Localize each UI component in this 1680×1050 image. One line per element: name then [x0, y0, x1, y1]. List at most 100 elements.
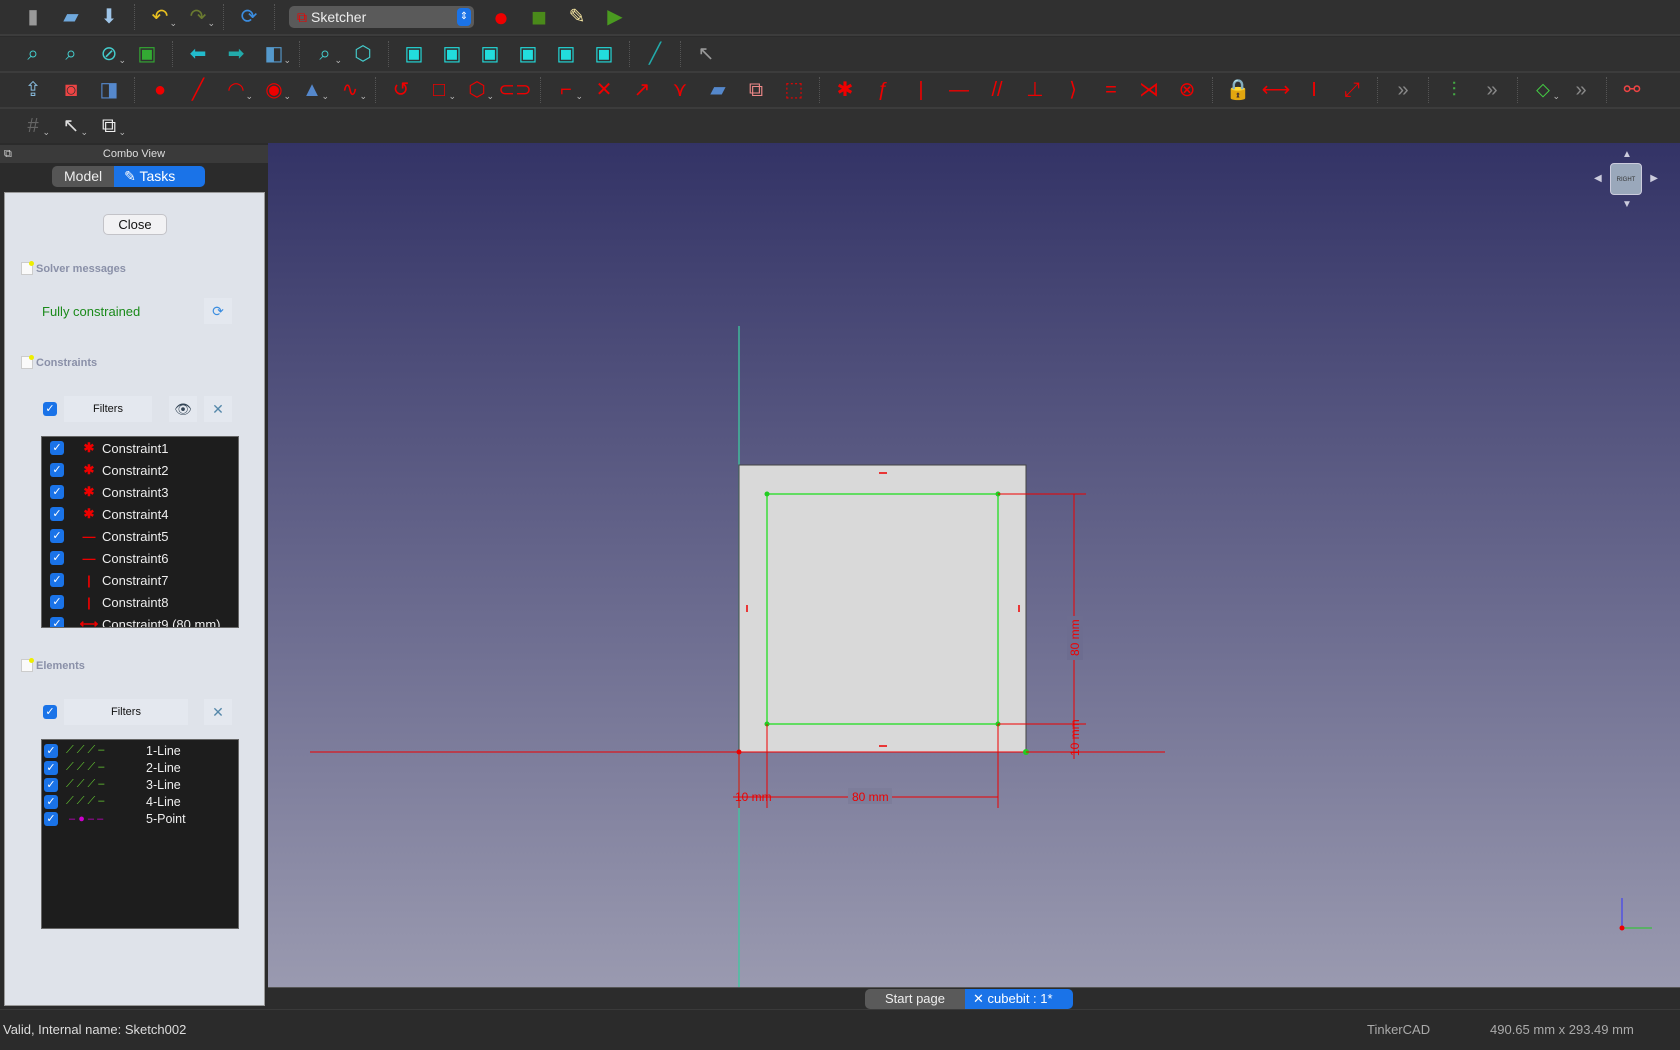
constrain-horizontal-icon[interactable]: — — [940, 75, 978, 105]
fit-selection-icon[interactable]: ⌕ — [52, 39, 90, 69]
constrain-symmetric-icon[interactable]: ⋊ — [1130, 75, 1168, 105]
constraint-checkbox[interactable]: ✓ — [50, 529, 64, 543]
arc-icon[interactable]: ◠ ⌄ — [217, 75, 255, 105]
polygon-icon[interactable]: ⬡ ⌄ — [458, 75, 496, 105]
more-b-icon[interactable]: » — [1473, 75, 1511, 105]
run-macro-icon[interactable]: ▶ — [596, 2, 634, 32]
right-view-icon[interactable]: ▣ — [471, 39, 509, 69]
constraint-checkbox[interactable]: ✓ — [50, 441, 64, 455]
rear-view-icon[interactable]: ▣ — [509, 39, 547, 69]
elements-checkbox[interactable]: ✓ — [43, 705, 57, 719]
toggle-driving-icon[interactable]: ⫶ — [1435, 75, 1473, 105]
eye-button[interactable]: 👁 — [169, 396, 197, 422]
constrain-coincident-icon[interactable]: ✱ — [826, 75, 864, 105]
elements-list[interactable]: ✓ ⟋ ⟋ ⟋ – 1-Line ✓ ⟋ ⟋ ⟋ – 2-Line ✓ ⟋ ⟋ ⟋ – 3-Li… — [41, 739, 239, 929]
grid-icon[interactable]: # ⌄ — [14, 111, 52, 141]
tab-tasks[interactable]: ✎ Tasks — [114, 166, 206, 187]
element-checkbox[interactable]: ✓ — [44, 794, 58, 809]
left-view-icon[interactable]: ▣ — [585, 39, 623, 69]
constrain-distance-icon[interactable]: ⤢ — [1333, 75, 1371, 105]
save-icon[interactable]: ⬇ — [90, 2, 128, 32]
leave-sketch-icon[interactable]: ⇪ — [14, 75, 52, 105]
measure-icon[interactable]: ╱ — [636, 39, 674, 69]
more-a-icon[interactable]: » — [1384, 75, 1422, 105]
solver-refresh-button[interactable]: ⟳ — [204, 298, 232, 324]
trim-icon[interactable]: ✕ — [585, 75, 623, 105]
constrain-equal-icon[interactable]: = — [1092, 75, 1130, 105]
sketch-settings-icon[interactable]: ⚯ — [1613, 75, 1651, 105]
constrain-vertical-distance-icon[interactable]: I — [1295, 75, 1333, 105]
elements-header[interactable]: Elements — [21, 658, 85, 672]
rendering-order-icon[interactable]: ⧉ ⌄ — [90, 111, 128, 141]
constrain-lock-icon[interactable]: 🔒 — [1219, 75, 1257, 105]
view-section-icon[interactable]: ◨ — [90, 75, 128, 105]
stop-macro-icon[interactable]: ■ — [520, 2, 558, 32]
more-c-icon[interactable]: » — [1562, 75, 1600, 105]
element-checkbox[interactable]: ✓ — [44, 811, 58, 826]
constraints-settings-button[interactable]: ✕ — [204, 396, 232, 422]
constraint-item[interactable]: ✓ | Constraint8 — [42, 591, 238, 613]
rectangle-icon[interactable]: □ ⌄ — [420, 75, 458, 105]
bottom-view-icon[interactable]: ▣ — [547, 39, 585, 69]
constraint-item[interactable]: ✓ — Constraint5 — [42, 525, 238, 547]
zoom-icon[interactable]: ⌕ ⌄ — [306, 39, 344, 69]
navcube-face[interactable]: RIGHT — [1610, 163, 1642, 195]
close-tab-icon[interactable]: ✕ — [973, 991, 988, 1006]
constraint-checkbox[interactable]: ✓ — [50, 573, 64, 587]
isometric-icon[interactable]: ⬡ — [344, 39, 382, 69]
top-view-icon[interactable]: ▣ — [433, 39, 471, 69]
undock-icon[interactable]: ⧉ — [4, 145, 12, 163]
tab-model[interactable]: Model — [52, 166, 115, 187]
constraint-checkbox[interactable]: ✓ — [50, 507, 64, 521]
view-sketch-icon[interactable]: ◙ — [52, 75, 90, 105]
conic-icon[interactable]: ▲ ⌄ — [293, 75, 331, 105]
element-item[interactable]: ✓ ⟋ ⟋ ⟋ – 1-Line — [42, 742, 238, 759]
tab-start-page[interactable]: Start page — [865, 989, 965, 1009]
solver-messages-header[interactable]: Solver messages — [21, 261, 126, 275]
element-item[interactable]: ✓ ⟋ ⟋ ⟋ – 3-Line — [42, 776, 238, 793]
constraints-list[interactable]: ✓ ✱ Constraint1 ✓ ✱ Constraint2 ✓ ✱ Constraint3 ✓… — [41, 436, 239, 628]
sketch-canvas[interactable]: 80 mm 10 mm 80 mm 10 mm — [268, 143, 1680, 988]
constraint-checkbox[interactable]: ✓ — [50, 551, 64, 565]
record-macro-icon[interactable]: ● — [482, 2, 520, 32]
polyline-icon[interactable]: ↺ — [382, 75, 420, 105]
constrain-block-icon[interactable]: ⊗ — [1168, 75, 1206, 105]
back-arrow-icon[interactable]: ⬅ — [179, 39, 217, 69]
element-item[interactable]: ✓ ⟋ ⟋ ⟋ – 2-Line — [42, 759, 238, 776]
constrain-perpendicular-icon[interactable]: ⊥ — [1016, 75, 1054, 105]
forward-arrow-icon[interactable]: ➡ — [217, 39, 255, 69]
constraint-item[interactable]: ✓ — Constraint6 — [42, 547, 238, 569]
select-elements-icon[interactable]: ⬦ ⌄ — [1524, 75, 1562, 105]
constrain-horizontal-distance-icon[interactable]: ⟷ — [1257, 75, 1295, 105]
navcube-left-arrow-icon[interactable]: ◀ — [1594, 173, 1602, 184]
refresh-icon[interactable]: ⟳ — [230, 2, 268, 32]
constraint-item[interactable]: ✓ ✱ Constraint1 — [42, 437, 238, 459]
navigation-style[interactable]: TinkerCAD — [1367, 1010, 1430, 1050]
fillet-icon[interactable]: ⌐ ⌄ — [547, 75, 585, 105]
constraints-filters-dropdown[interactable]: Filters — [64, 396, 152, 422]
elements-settings-button[interactable]: ✕ — [204, 699, 232, 725]
constraint-checkbox[interactable]: ✓ — [50, 463, 64, 477]
constraints-header[interactable]: Constraints — [21, 355, 97, 369]
slot-icon[interactable]: ⊂⊃ — [496, 75, 534, 105]
constraint-item[interactable]: ✓ ✱ Constraint3 — [42, 481, 238, 503]
edit-macro-icon[interactable]: ✎ — [558, 2, 596, 32]
new-file-icon[interactable]: ▮ — [14, 2, 52, 32]
open-folder-icon[interactable]: ▰ — [52, 2, 90, 32]
workbench-selector[interactable]: ⧉ Sketcher ⇕ — [289, 6, 474, 28]
element-item[interactable]: ✓ ⟋ ⟋ ⟋ – 4-Line — [42, 793, 238, 810]
split-icon[interactable]: ⋎ — [661, 75, 699, 105]
navcube-down-arrow-icon[interactable]: ▼ — [1622, 199, 1632, 210]
bounding-box-icon[interactable]: ▣ — [128, 39, 166, 69]
carbon-copy-icon[interactable]: ⧉ — [737, 75, 775, 105]
constraint-item[interactable]: ✓ ✱ Constraint4 — [42, 503, 238, 525]
construction-mode-icon[interactable]: ⬚ — [775, 75, 813, 105]
fit-all-icon[interactable]: ⌕ — [14, 39, 52, 69]
constrain-point-on-object-icon[interactable]: ƒ — [864, 75, 902, 105]
whats-this-icon[interactable]: ↖ — [687, 39, 725, 69]
constrain-parallel-icon[interactable]: // — [978, 75, 1016, 105]
extend-icon[interactable]: ↗ — [623, 75, 661, 105]
constraint-item[interactable]: ✓ ✱ Constraint2 — [42, 459, 238, 481]
constraint-item[interactable]: ✓ | Constraint7 — [42, 569, 238, 591]
bspline-icon[interactable]: ∿ ⌄ — [331, 75, 369, 105]
